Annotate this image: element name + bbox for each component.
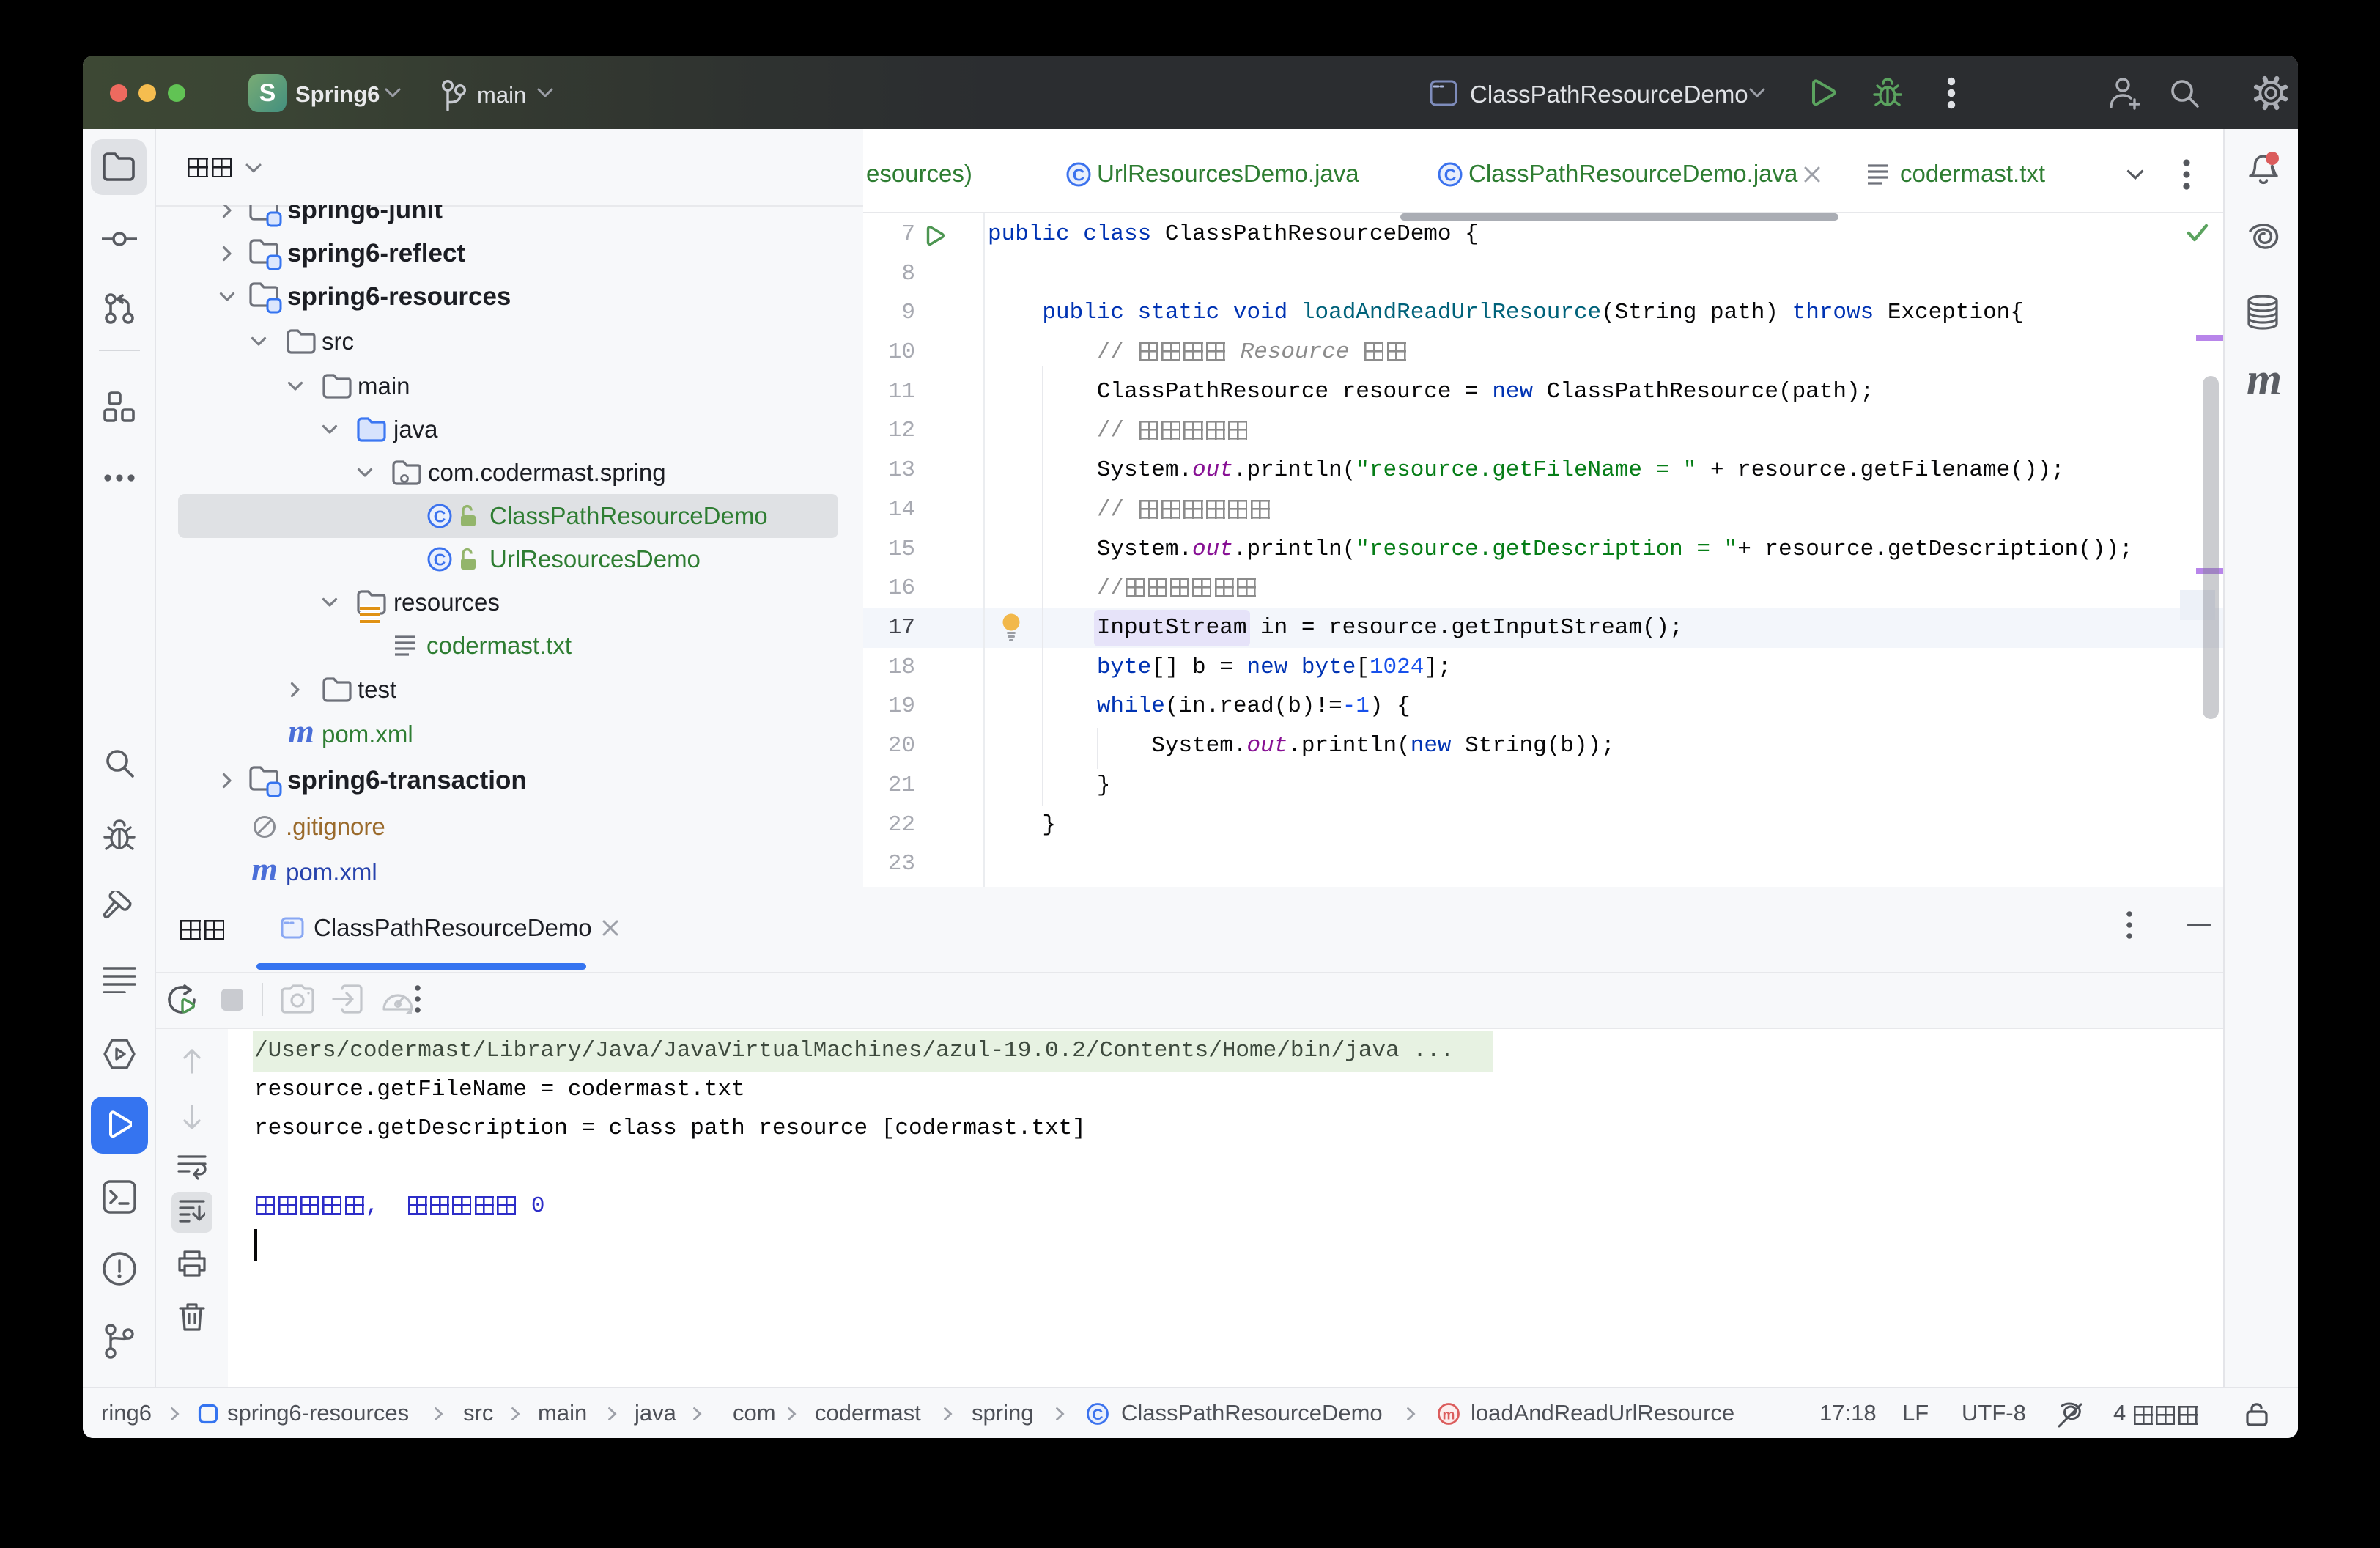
- svg-text:C: C: [1444, 166, 1457, 185]
- svg-text:C: C: [1073, 166, 1085, 185]
- svg-text:m: m: [1443, 1408, 1455, 1423]
- svg-text:C: C: [434, 507, 446, 526]
- svg-text:C: C: [434, 550, 446, 570]
- svg-text:C: C: [1092, 1407, 1103, 1423]
